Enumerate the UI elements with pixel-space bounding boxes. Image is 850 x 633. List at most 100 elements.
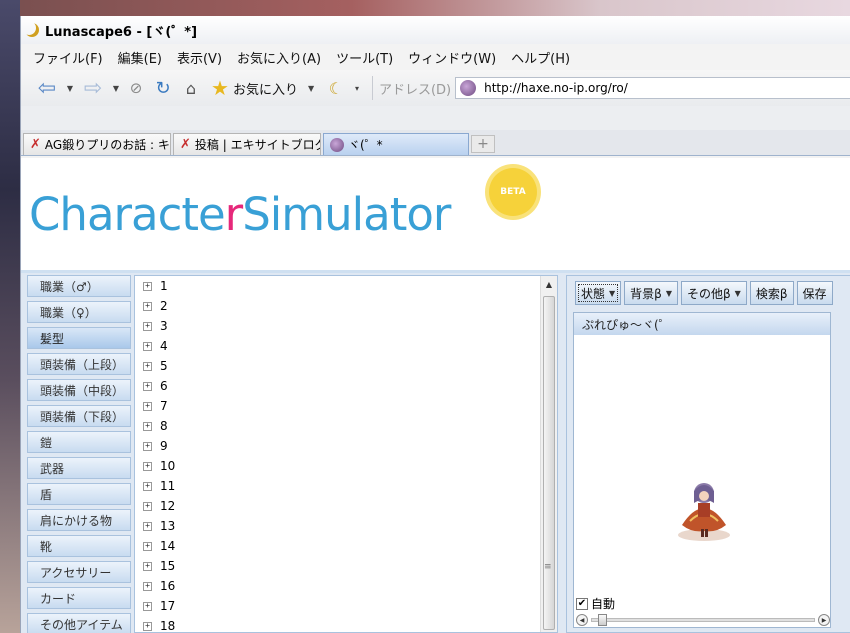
chevron-down-icon: ▼	[734, 288, 741, 298]
tree-item[interactable]: +4	[135, 336, 557, 356]
nav-job-female[interactable]: 職業（♀）	[27, 301, 131, 323]
tree-item-label: 9	[160, 439, 168, 453]
nav-weapon[interactable]: 武器	[27, 457, 131, 479]
nav-head-low[interactable]: 頭装備（下段）	[27, 405, 131, 427]
page-content: CharacterSimulator BETA 職業（♂） 職業（♀） 髪型 頭…	[21, 158, 850, 633]
nav-other-items[interactable]: その他アイテム	[27, 613, 131, 633]
tree-item[interactable]: +1	[135, 276, 557, 296]
tree-item-label: 16	[160, 579, 176, 593]
expand-icon[interactable]: +	[143, 381, 152, 391]
expand-icon[interactable]: +	[143, 441, 152, 451]
forward-arrow-icon[interactable]: ⇨	[79, 75, 107, 101]
slider-right-icon[interactable]: ▶	[818, 614, 830, 626]
menu-edit[interactable]: 編集(E)	[118, 48, 162, 67]
tree-item[interactable]: +12	[135, 496, 557, 516]
rotation-slider[interactable]: ◀ ▶	[576, 613, 830, 627]
tree-item[interactable]: +16	[135, 576, 557, 596]
other-button[interactable]: その他β ▼	[681, 281, 747, 305]
expand-icon[interactable]: +	[143, 341, 152, 351]
expand-icon[interactable]: +	[143, 581, 152, 591]
tree-item[interactable]: +14	[135, 536, 557, 556]
tree-item[interactable]: +2	[135, 296, 557, 316]
nav-shoes[interactable]: 靴	[27, 535, 131, 557]
moon-icon[interactable]: ☾	[324, 75, 348, 101]
tree-item[interactable]: +5	[135, 356, 557, 376]
nav-armor[interactable]: 鎧	[27, 431, 131, 453]
status-button[interactable]: 状態 ▼	[575, 281, 622, 305]
tree-item[interactable]: +6	[135, 376, 557, 396]
nav-job-male[interactable]: 職業（♂）	[27, 275, 131, 297]
nav-head-top[interactable]: 頭装備（上段）	[27, 353, 131, 375]
expand-icon[interactable]: +	[143, 481, 152, 491]
slider-track[interactable]	[591, 614, 815, 626]
tree-item[interactable]: +8	[135, 416, 557, 436]
favorites-dropdown-icon[interactable]: ▼	[308, 84, 318, 93]
nav-shield[interactable]: 盾	[27, 483, 131, 505]
save-button[interactable]: 保存	[796, 281, 833, 305]
tree-item[interactable]: +15	[135, 556, 557, 576]
nav-accessory[interactable]: アクセサリー	[27, 561, 131, 583]
address-url[interactable]: http://haxe.no-ip.org/ro/	[484, 81, 628, 95]
menu-file[interactable]: ファイル(F)	[33, 48, 103, 67]
scroll-thumb[interactable]	[543, 296, 555, 630]
expand-icon[interactable]: +	[143, 521, 152, 531]
auto-toggle[interactable]: ✔ 自動	[576, 595, 615, 612]
refresh-icon[interactable]: ↻	[151, 75, 175, 101]
expand-icon[interactable]: +	[143, 401, 152, 411]
site-logo[interactable]: CharacterSimulator	[29, 188, 451, 241]
expand-icon[interactable]: +	[143, 281, 152, 291]
nav-garment[interactable]: 肩にかける物	[27, 509, 131, 531]
tree-item[interactable]: +10	[135, 456, 557, 476]
auto-checkbox[interactable]: ✔	[576, 597, 588, 610]
scroll-up-icon[interactable]: ▲	[541, 276, 557, 293]
browser-window: Lunascape6 - [ヾ(゜*] ファイル(F) 編集(E) 表示(V) …	[20, 16, 850, 633]
menu-tools[interactable]: ツール(T)	[336, 48, 393, 67]
expand-icon[interactable]: +	[143, 461, 152, 471]
expand-icon[interactable]: +	[143, 361, 152, 371]
new-tab-button[interactable]: +	[471, 135, 495, 153]
tree-item[interactable]: +17	[135, 596, 557, 616]
toolbar-more-icon[interactable]: ▾	[352, 75, 362, 101]
back-arrow-icon[interactable]: ⇦	[33, 75, 61, 101]
menu-window[interactable]: ウィンドウ(W)	[408, 48, 496, 67]
nav-card[interactable]: カード	[27, 587, 131, 609]
expand-icon[interactable]: +	[143, 561, 152, 571]
tree-scrollbar[interactable]: ▲ ≡	[540, 276, 557, 632]
menu-view[interactable]: 表示(V)	[177, 48, 222, 67]
menu-help[interactable]: ヘルプ(H)	[511, 48, 570, 67]
tree-item[interactable]: +13	[135, 516, 557, 536]
tree-item[interactable]: +3	[135, 316, 557, 336]
status-button-label: 状態	[581, 286, 606, 301]
back-dropdown-icon[interactable]: ▼	[65, 75, 75, 101]
desktop-background-left	[0, 0, 20, 633]
star-icon: ★	[211, 76, 229, 100]
expand-icon[interactable]: +	[143, 621, 152, 631]
tree-item[interactable]: +7	[135, 396, 557, 416]
expand-icon[interactable]: +	[143, 601, 152, 611]
tree-item-label: 5	[160, 359, 168, 373]
expand-icon[interactable]: +	[143, 501, 152, 511]
tree-item[interactable]: +18	[135, 616, 557, 632]
tree-item[interactable]: +9	[135, 436, 557, 456]
stop-icon[interactable]: ⊘	[125, 75, 147, 101]
expand-icon[interactable]: +	[143, 301, 152, 311]
expand-icon[interactable]: +	[143, 421, 152, 431]
tab-1[interactable]: ✗ AG鍛りプリのお話 : キャ...	[23, 133, 171, 155]
tab-2[interactable]: ✗ 投稿 | エキサイトブログ	[173, 133, 321, 155]
menu-favorites[interactable]: お気に入り(A)	[237, 48, 321, 67]
slider-left-icon[interactable]: ◀	[576, 614, 588, 626]
expand-icon[interactable]: +	[143, 541, 152, 551]
favorites-button[interactable]: ★ お気に入り ▼	[211, 76, 318, 100]
nav-hairstyle[interactable]: 髪型	[27, 327, 131, 349]
slider-knob[interactable]	[598, 614, 607, 626]
search-button[interactable]: 検索β	[749, 281, 794, 305]
nav-head-mid[interactable]: 頭装備（中段）	[27, 379, 131, 401]
tab-3[interactable]: ヾ(゜*	[323, 133, 469, 155]
tab-2-label: 投稿 | エキサイトブログ	[194, 138, 321, 152]
tree-item[interactable]: +11	[135, 476, 557, 496]
address-bar[interactable]: http://haxe.no-ip.org/ro/	[455, 77, 850, 99]
background-button[interactable]: 背景β ▼	[624, 281, 678, 305]
expand-icon[interactable]: +	[143, 321, 152, 331]
forward-dropdown-icon[interactable]: ▼	[111, 75, 121, 101]
home-icon[interactable]: ⌂	[179, 75, 203, 101]
